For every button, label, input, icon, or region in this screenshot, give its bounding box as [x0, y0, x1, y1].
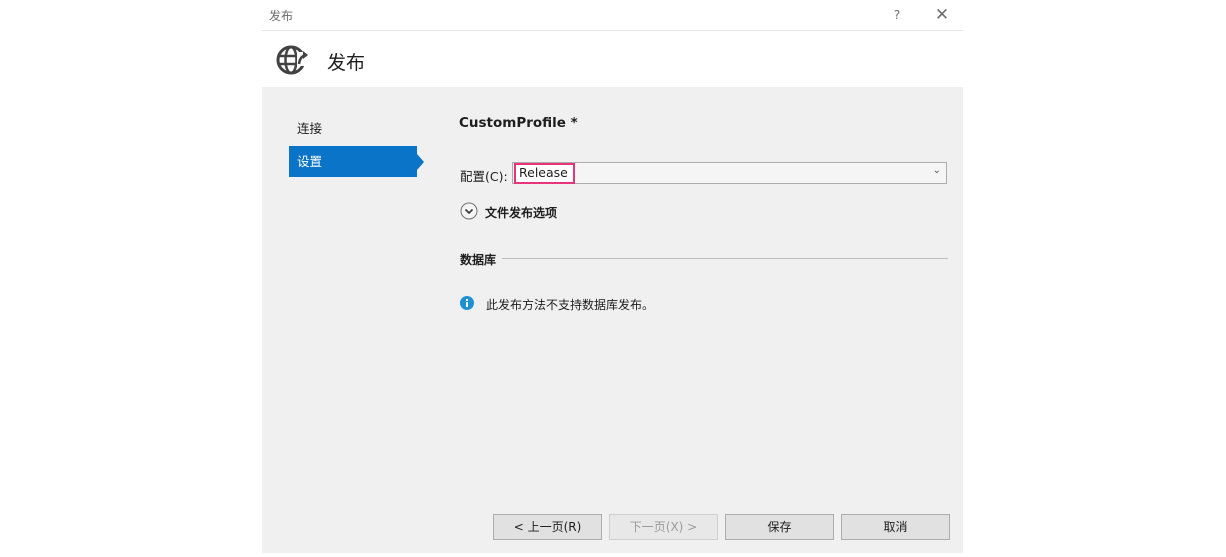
configuration-value: Release: [519, 165, 568, 180]
header: 发布: [262, 31, 963, 87]
section-divider: [502, 258, 948, 259]
publish-dialog: 发布 ? ✕ 发布 连接 设置 CustomProfile * 配置(C): R…: [262, 0, 963, 553]
window-title: 发布: [269, 9, 294, 23]
database-info-text: 此发布方法不支持数据库发布。: [486, 298, 655, 312]
save-button[interactable]: 保存: [725, 514, 834, 540]
title-bar: 发布 ? ✕: [262, 0, 963, 31]
nav-item-connect[interactable]: 连接: [289, 113, 417, 144]
cancel-button[interactable]: 取消: [841, 514, 950, 540]
chevron-down-icon: ⌄: [932, 165, 941, 176]
config-label: 配置(C):: [460, 169, 508, 184]
database-section-label: 数据库: [460, 253, 497, 267]
info-icon: [460, 296, 474, 310]
previous-button[interactable]: < 上一页(R): [493, 514, 602, 540]
configuration-select[interactable]: Release ⌄: [512, 162, 947, 184]
close-button[interactable]: ✕: [931, 4, 953, 26]
expand-chevron-icon: [460, 202, 478, 220]
profile-name: CustomProfile *: [459, 115, 578, 131]
page-title: 发布: [327, 52, 366, 74]
nav-item-settings[interactable]: 设置: [289, 146, 417, 177]
globe-publish-icon: [276, 45, 309, 75]
file-publish-options-label: 文件发布选项: [485, 206, 558, 220]
nav-selected-indicator: [417, 154, 424, 170]
help-button[interactable]: ?: [886, 4, 908, 26]
next-button[interactable]: 下一页(X) >: [609, 514, 718, 540]
